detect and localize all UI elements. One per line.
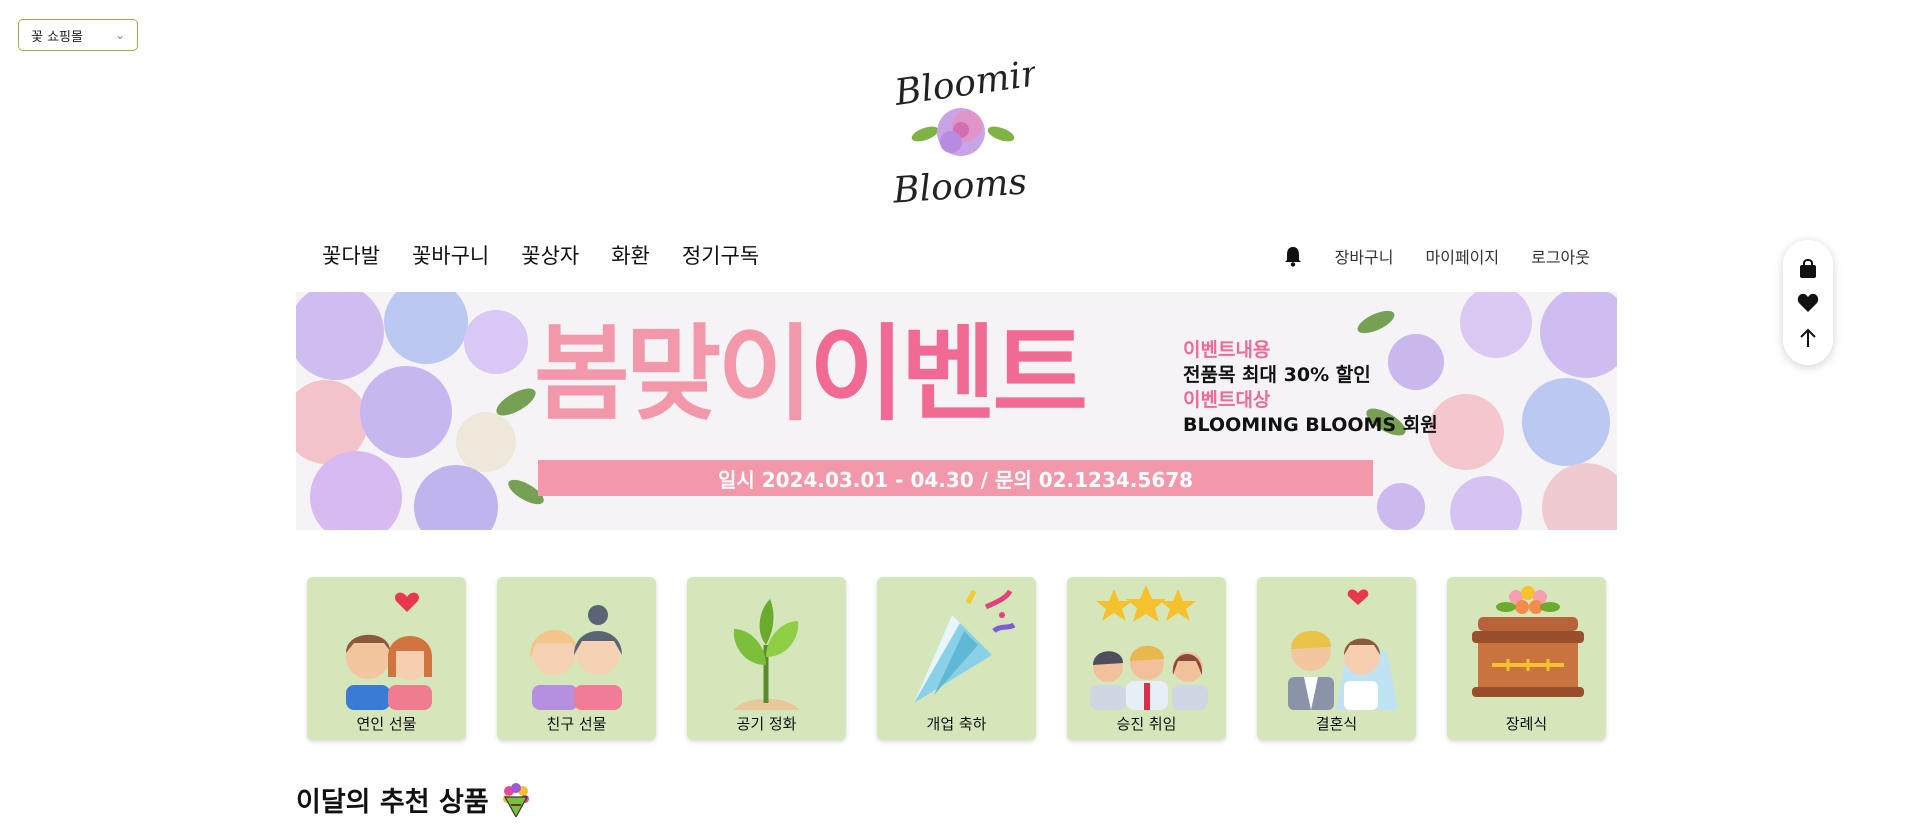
category-couple-gift[interactable]: 연인 선물	[307, 577, 466, 740]
logout-link[interactable]: 로그아웃	[1531, 244, 1590, 268]
section-title-text: 이달의 추천 상품	[296, 787, 489, 818]
category-label: 친구 선물	[546, 715, 607, 733]
nav-item-box[interactable]: 꽃상자	[521, 240, 579, 270]
shop-select-dropdown[interactable]: 꽃 쇼핑몰 ⌄	[18, 19, 138, 51]
banner-info: 이벤트내용 전품목 최대 30% 할인 이벤트대상 BLOOMING BLOOM…	[1183, 338, 1438, 438]
cart-link[interactable]: 장바구니	[1335, 244, 1394, 268]
category-label: 장례식	[1505, 715, 1548, 733]
mypage-link[interactable]: 마이페이지	[1426, 244, 1500, 268]
bell-icon[interactable]	[1283, 245, 1303, 267]
banner-target-value: BLOOMING BLOOMS 회원	[1183, 414, 1438, 436]
chevron-down-icon: ⌄	[114, 28, 125, 42]
shopping-bag-icon[interactable]	[1797, 257, 1819, 279]
logo-line1: Blooming	[891, 49, 1035, 114]
category-label: 개업 축하	[926, 715, 987, 733]
logo-line2: Blooms	[891, 161, 1028, 203]
category-label: 결혼식	[1315, 715, 1358, 733]
banner-schedule: 일시 2024.03.01 - 04.30 / 문의 02.1234.5678	[538, 460, 1373, 496]
plant-icon	[733, 599, 799, 710]
nav-item-subscription[interactable]: 정기구독	[682, 240, 759, 270]
banner-content-label: 이벤트내용	[1183, 339, 1271, 361]
banner-title-part1: 봄맞이	[534, 313, 813, 435]
shop-select-value: 꽃 쇼핑몰	[31, 29, 83, 45]
banner-target-label: 이벤트대상	[1183, 389, 1271, 411]
category-wedding[interactable]: 결혼식	[1257, 577, 1416, 740]
nav-item-bouquet[interactable]: 꽃다발	[322, 240, 380, 270]
category-air-purifying[interactable]: 공기 정화	[687, 577, 846, 740]
funeral-icon	[1472, 586, 1584, 697]
banner-content-value: 전품목 최대 30% 할인	[1183, 364, 1371, 386]
nav-item-basket[interactable]: 꽃바구니	[412, 240, 489, 270]
arrow-up-icon[interactable]	[1797, 327, 1819, 349]
category-opening-celebration[interactable]: 개업 축하	[877, 577, 1036, 740]
utility-nav: 장바구니 마이페이지 로그아웃	[1283, 244, 1590, 268]
category-funeral[interactable]: 장례식	[1447, 577, 1606, 740]
bouquet-icon	[502, 782, 529, 817]
category-label: 연인 선물	[356, 715, 417, 733]
wedding-icon	[1288, 589, 1398, 710]
banner-title: 봄맞이이벤트	[534, 322, 1088, 426]
floating-action-bar	[1783, 240, 1833, 365]
category-list: 연인 선물 친구 선물 공기 정화 개업 축하 승진 취임 결혼식 장례식	[307, 577, 1606, 740]
category-friend-gift[interactable]: 친구 선물	[497, 577, 656, 740]
category-label: 공기 정화	[736, 715, 797, 733]
category-promotion[interactable]: 승진 취임	[1067, 577, 1226, 740]
category-label: 승진 취임	[1116, 715, 1177, 733]
event-banner[interactable]: 봄맞이이벤트 이벤트내용 전품목 최대 30% 할인 이벤트대상 BLOOMIN…	[296, 292, 1617, 530]
promotion-icon	[1090, 585, 1208, 710]
couple-icon	[346, 592, 432, 710]
nav-item-wreath[interactable]: 화환	[611, 240, 650, 270]
party-popper-icon	[914, 589, 1016, 703]
main-nav: 꽃다발 꽃바구니 꽃상자 화환 정기구독	[322, 240, 759, 270]
heart-icon[interactable]	[1797, 292, 1819, 314]
banner-title-part2: 이벤트	[809, 313, 1088, 435]
friends-icon	[529, 605, 622, 710]
section-title: 이달의 추천 상품	[296, 780, 533, 819]
brand-logo[interactable]: Blooming Blooms	[885, 48, 1070, 212]
